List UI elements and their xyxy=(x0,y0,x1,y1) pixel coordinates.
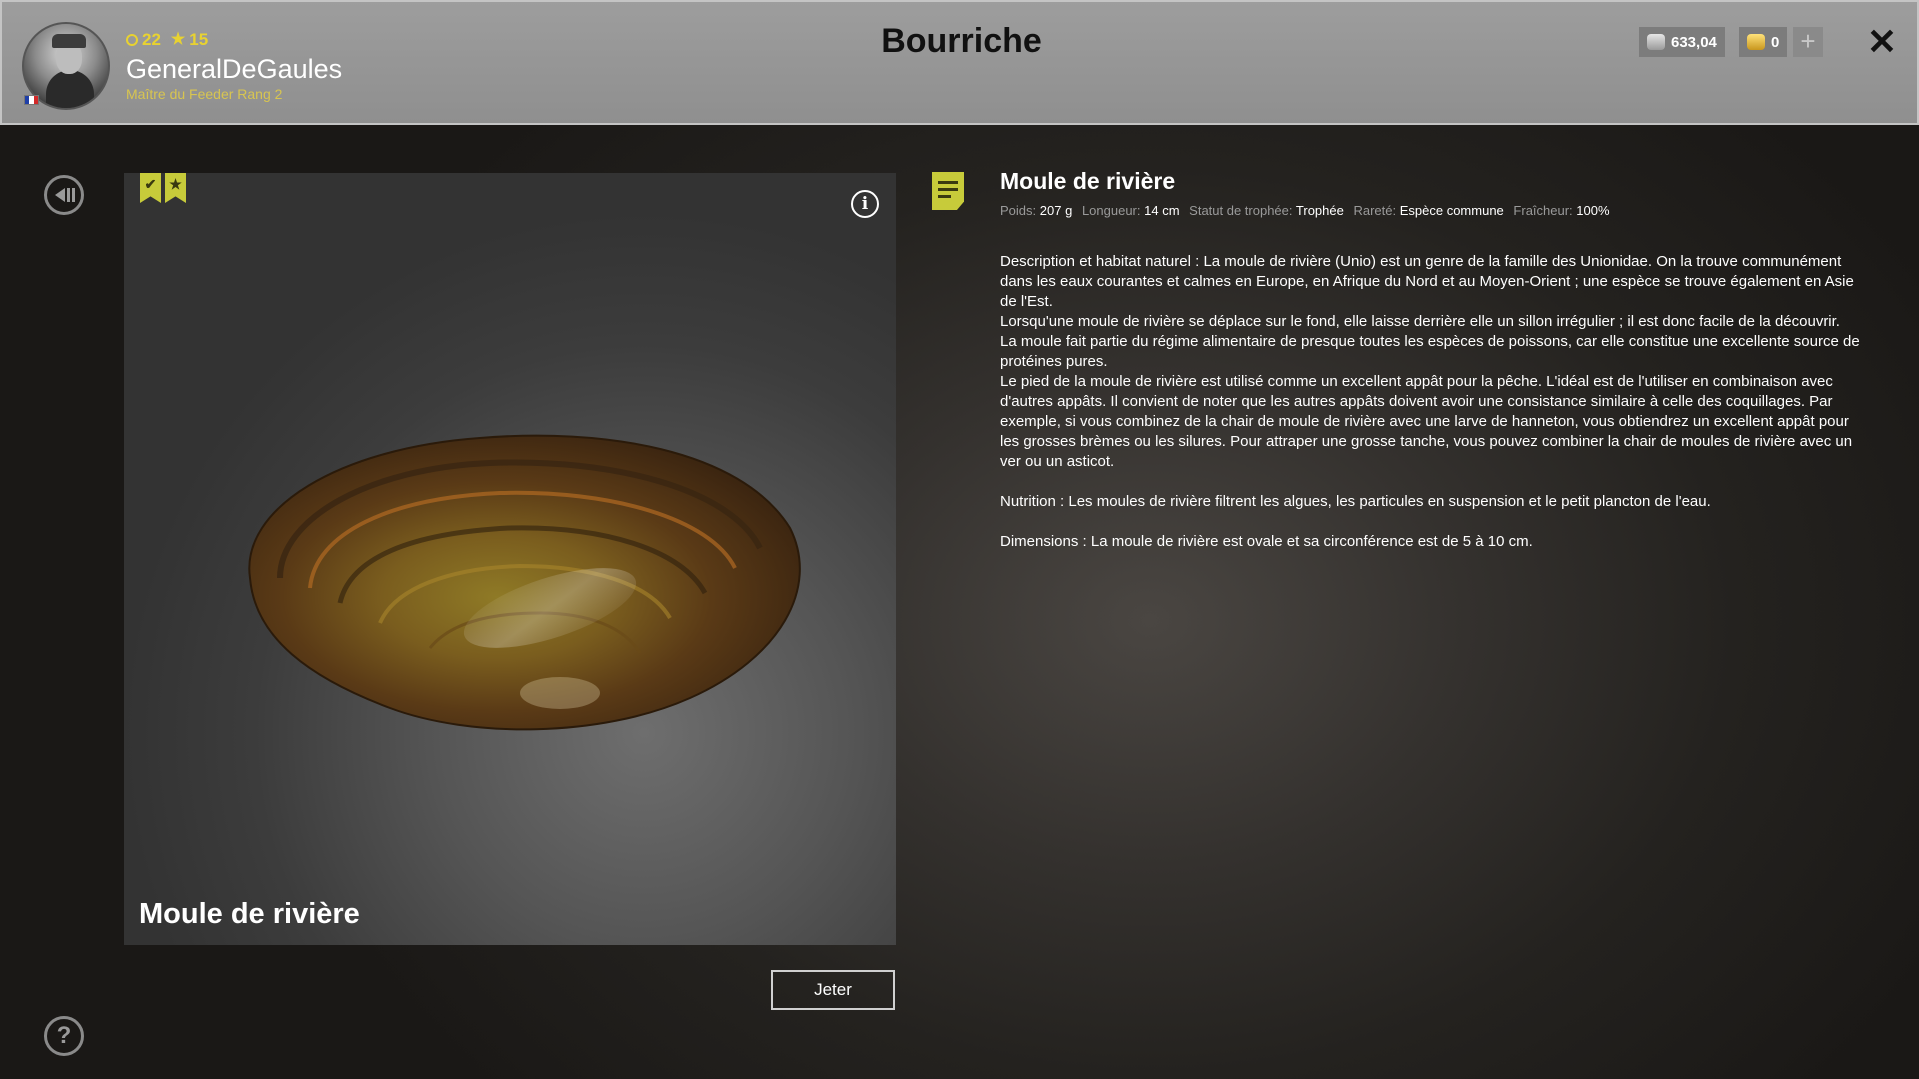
silver-coins-icon xyxy=(1647,34,1665,50)
catch-name: Moule de rivière xyxy=(139,898,360,930)
back-button[interactable] xyxy=(44,175,84,215)
page-title: Bourriche xyxy=(881,22,1042,60)
avatar-body xyxy=(46,70,94,108)
gold-balance: 0 xyxy=(1739,27,1788,57)
top-bar: 22 ★ 15 GeneralDeGaules Maître du Feeder… xyxy=(0,0,1919,125)
close-button[interactable]: ✕ xyxy=(1864,22,1900,62)
silver-value: 633,04 xyxy=(1671,33,1717,51)
freshness-label: Fraîcheur: xyxy=(1513,203,1573,218)
length-label: Longueur: xyxy=(1081,203,1141,218)
trophy-value: Trophée xyxy=(1295,203,1344,218)
france-flag-icon xyxy=(24,95,39,105)
back-arrow-icon xyxy=(55,188,65,202)
rarity-value: Espèce commune xyxy=(1399,203,1504,218)
catch-stats: Poids: 207 g Longueur: 14 cm Statut de t… xyxy=(1000,203,1616,218)
description-paragraph: Lorsqu'une moule de rivière se déplace s… xyxy=(1000,313,1840,330)
gold-value: 0 xyxy=(1771,33,1780,51)
add-currency-button[interactable]: + xyxy=(1793,27,1823,57)
length-value: 14 cm xyxy=(1144,203,1180,218)
trophy-star-badge-icon: ★ xyxy=(165,173,186,203)
weight-label: Poids: xyxy=(1000,203,1037,218)
mussel-image xyxy=(248,434,801,731)
weight-value: 207 g xyxy=(1039,203,1073,218)
back-bar-icon xyxy=(67,188,70,202)
discard-button[interactable]: Jeter xyxy=(771,970,895,1010)
freshness-value: 100% xyxy=(1576,203,1610,218)
description-paragraph: Description et habitat naturel : La moul… xyxy=(1000,253,1854,310)
description-document-icon xyxy=(932,172,964,210)
catch-image-panel: ✔ ★ i Moule de rivière xyxy=(124,173,896,945)
gold-coins-icon xyxy=(1747,34,1765,50)
rarity-label: Rareté: xyxy=(1353,203,1397,218)
back-bar-icon xyxy=(72,188,75,202)
nutrition-paragraph: Nutrition : Les moules de rivière filtre… xyxy=(1000,493,1711,510)
description-paragraph: Le pied de la moule de rivière est utili… xyxy=(1000,373,1853,470)
silver-balance: 633,04 xyxy=(1639,27,1725,57)
info-button[interactable]: i xyxy=(851,190,879,218)
player-rank: Maître du Feeder Rang 2 xyxy=(126,86,283,102)
description-text: Description et habitat naturel : La moul… xyxy=(1000,252,1870,552)
detail-title: Moule de rivière xyxy=(1000,168,1176,194)
help-button[interactable]: ? xyxy=(44,1016,84,1056)
description-paragraph: La moule fait partie du régime alimentai… xyxy=(1000,333,1860,370)
caught-check-badge-icon: ✔ xyxy=(140,173,161,203)
dimensions-paragraph: Dimensions : La moule de rivière est ova… xyxy=(1000,533,1533,550)
trophy-label: Statut de trophée: xyxy=(1189,203,1293,218)
